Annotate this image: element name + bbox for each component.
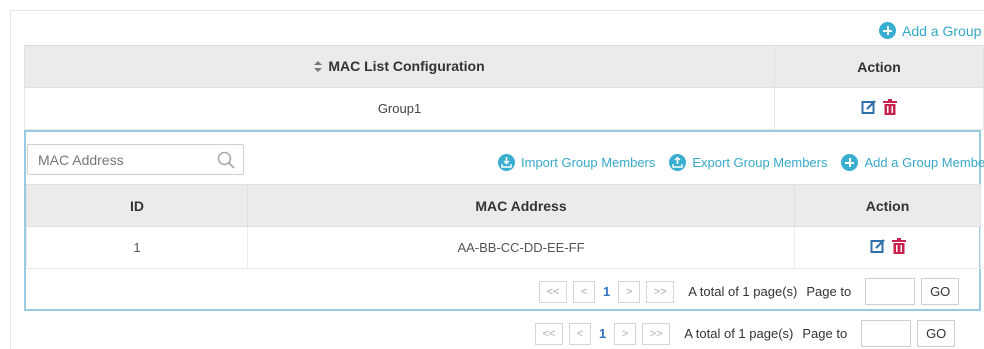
next-page-button[interactable]: > bbox=[618, 280, 641, 303]
group-name-cell: Group1 bbox=[24, 87, 775, 130]
edit-icon[interactable] bbox=[870, 238, 886, 257]
page-total-text: A total of 1 page(s) bbox=[688, 284, 798, 299]
column-header-config-label: MAC List Configuration bbox=[328, 57, 485, 74]
first-page-button[interactable]: << bbox=[539, 280, 567, 303]
export-members-label: Export Group Members bbox=[692, 155, 828, 170]
column-header-action: Action bbox=[794, 184, 981, 227]
go-button[interactable]: GO bbox=[917, 320, 956, 347]
page-to-label: Page to bbox=[806, 284, 852, 299]
column-header-mac: MAC Address bbox=[247, 184, 795, 227]
add-group-label: Add a Group bbox=[902, 22, 982, 39]
table-row[interactable]: Group1 bbox=[24, 87, 984, 130]
group-action-cell bbox=[774, 87, 984, 130]
member-actions: Import Group Members Export Group Member… bbox=[498, 154, 984, 171]
page-to-input[interactable] bbox=[861, 320, 912, 347]
members-table: ID MAC Address Action 1 AA-BB-CC-DD-EE-F… bbox=[26, 184, 981, 269]
page-to-label: Page to bbox=[802, 326, 848, 341]
edit-icon[interactable] bbox=[861, 99, 877, 118]
import-members-button[interactable]: Import Group Members bbox=[498, 154, 655, 171]
last-page-button[interactable]: >> bbox=[642, 322, 671, 345]
group-table: MAC List Configuration Action Group1 bbox=[24, 45, 984, 130]
search-icon[interactable] bbox=[217, 151, 235, 172]
column-header-id: ID bbox=[26, 184, 248, 227]
prev-page-button[interactable]: < bbox=[569, 322, 591, 345]
delete-icon[interactable] bbox=[891, 238, 906, 257]
import-members-label: Import Group Members bbox=[521, 155, 656, 170]
next-page-button[interactable]: > bbox=[614, 322, 637, 345]
group-members-panel: Import Group Members Export Group Member… bbox=[24, 130, 984, 311]
page-total-text: A total of 1 page(s) bbox=[684, 326, 794, 341]
group-table-header: MAC List Configuration Action bbox=[24, 45, 984, 88]
member-mac-cell: AA-BB-CC-DD-EE-FF bbox=[247, 226, 795, 269]
column-header-action: Action bbox=[774, 45, 984, 88]
member-id-cell: 1 bbox=[26, 226, 248, 269]
page-to-input[interactable] bbox=[865, 278, 916, 305]
add-member-label: Add a Group Member bbox=[864, 155, 984, 170]
export-members-button[interactable]: Export Group Members bbox=[669, 154, 827, 171]
mac-search-box bbox=[27, 144, 244, 175]
members-table-header: ID MAC Address Action bbox=[26, 184, 981, 227]
import-icon bbox=[498, 154, 515, 171]
member-action-cell bbox=[794, 226, 981, 269]
add-circle-icon bbox=[879, 22, 896, 39]
mac-search-input[interactable] bbox=[28, 145, 208, 174]
column-header-config[interactable]: MAC List Configuration bbox=[24, 45, 775, 88]
delete-icon[interactable] bbox=[883, 99, 897, 118]
members-pager: << < 1 > >> A total of 1 page(s) Page to… bbox=[539, 278, 960, 305]
groups-pager: << < 1 > >> A total of 1 page(s) Page to… bbox=[535, 320, 956, 347]
add-member-button[interactable]: Add a Group Member bbox=[841, 154, 984, 171]
sort-icon[interactable] bbox=[314, 59, 323, 75]
prev-page-button[interactable]: < bbox=[573, 280, 595, 303]
add-group-link[interactable]: Add a Group bbox=[879, 22, 981, 39]
current-page-number[interactable]: 1 bbox=[603, 284, 610, 299]
table-row[interactable]: 1 AA-BB-CC-DD-EE-FF bbox=[26, 226, 981, 269]
current-page-number[interactable]: 1 bbox=[599, 326, 606, 341]
last-page-button[interactable]: >> bbox=[646, 280, 675, 303]
export-icon bbox=[669, 154, 687, 171]
first-page-button[interactable]: << bbox=[535, 322, 563, 345]
add-circle-icon bbox=[841, 154, 859, 171]
go-button[interactable]: GO bbox=[921, 278, 960, 305]
